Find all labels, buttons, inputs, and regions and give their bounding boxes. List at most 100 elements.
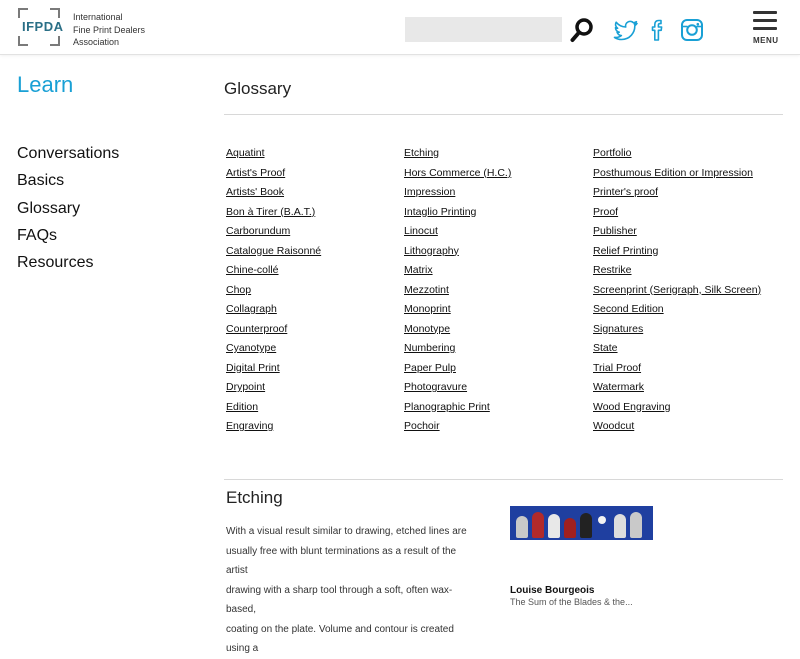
glossary-term-link[interactable]: Engraving	[226, 417, 321, 437]
artwork-figure	[630, 512, 642, 538]
glossary-term-link[interactable]: Edition	[226, 398, 321, 418]
glossary-term-link[interactable]: Monotype	[404, 320, 511, 340]
glossary-term-link[interactable]: Trial Proof	[593, 359, 761, 379]
logo-corner	[50, 36, 60, 46]
facebook-link[interactable]	[645, 16, 673, 44]
sidebar-item-resources[interactable]: Resources	[17, 249, 119, 276]
twitter-icon	[613, 20, 638, 41]
glossary-term-link[interactable]: Catalogue Raisonné	[226, 242, 321, 262]
glossary-term-link[interactable]: Posthumous Edition or Impression	[593, 164, 761, 184]
ifpda-logo[interactable]: IFPDA	[18, 8, 63, 46]
glossary-term-link[interactable]: Bon à Tirer (B.A.T.)	[226, 203, 321, 223]
artwork-figure	[548, 514, 560, 538]
glossary-term-link[interactable]: Restrike	[593, 261, 761, 281]
glossary-term-link[interactable]: Lithography	[404, 242, 511, 262]
glossary-term-link[interactable]: Drypoint	[226, 378, 321, 398]
entry-body-line: usually free with blunt terminations as …	[226, 545, 457, 577]
search-button[interactable]	[570, 17, 594, 43]
glossary-term-link[interactable]: Printer's proof	[593, 183, 761, 203]
glossary-term-link[interactable]: Second Edition	[593, 300, 761, 320]
org-name-line: Association	[73, 37, 120, 47]
artwork-title: The Sum of the Blades & the...	[510, 597, 633, 607]
glossary-column-3: Portfolio Posthumous Edition or Impressio…	[593, 144, 761, 437]
glossary-term-link[interactable]: Impression	[404, 183, 511, 203]
glossary-term-link[interactable]: Portfolio	[593, 144, 761, 164]
sidebar-nav: Conversations Basics Glossary FAQs Resou…	[17, 140, 119, 276]
glossary-term-link[interactable]: Counterproof	[226, 320, 321, 340]
glossary-term-link[interactable]: Carborundum	[226, 222, 321, 242]
glossary-term-link[interactable]: Chop	[226, 281, 321, 301]
glossary-term-link[interactable]: Screenprint (Serigraph, Silk Screen)	[593, 281, 761, 301]
twitter-link[interactable]	[612, 16, 640, 44]
glossary-term-link[interactable]: Intaglio Printing	[404, 203, 511, 223]
artwork-figure	[598, 516, 606, 524]
glossary-term-link[interactable]: Cyanotype	[226, 339, 321, 359]
glossary-term-link[interactable]: Watermark	[593, 378, 761, 398]
page-title: Glossary	[224, 79, 292, 98]
logo-corner	[50, 8, 60, 18]
logo-text: IFPDA	[22, 19, 64, 34]
glossary-term-link[interactable]: Publisher	[593, 222, 761, 242]
artwork-figure	[516, 516, 528, 538]
entry-body-line: With a visual result similar to drawing,…	[226, 526, 467, 537]
glossary-term-link[interactable]: Etching	[404, 144, 511, 164]
glossary-term-link[interactable]: Digital Print	[226, 359, 321, 379]
menu-button[interactable]: MENU	[751, 11, 781, 47]
glossary-term-link[interactable]: Pochoir	[404, 417, 511, 437]
glossary-term-link[interactable]: Numbering	[404, 339, 511, 359]
glossary-term-link[interactable]: Linocut	[404, 222, 511, 242]
glossary-term-link[interactable]: Artist's Proof	[226, 164, 321, 184]
glossary-column-1: Aquatint Artist's Proof Artists' Book Bon à…	[226, 144, 321, 437]
org-name-line: Fine Print Dealers	[73, 24, 146, 35]
logo-corner	[18, 8, 28, 18]
glossary-term-link[interactable]: Paper Pulp	[404, 359, 511, 379]
glossary-term-link[interactable]: Relief Printing	[593, 242, 761, 262]
glossary-term-link[interactable]: Chine-collé	[226, 261, 321, 281]
artwork-figure	[580, 513, 592, 538]
search-icon	[570, 18, 593, 42]
glossary-term-link[interactable]: Collagraph	[226, 300, 321, 320]
glossary-term-link[interactable]: Hors Commerce (H.C.)	[404, 164, 511, 184]
hamburger-menu-icon	[753, 11, 777, 14]
entry-title: Etching	[226, 488, 283, 507]
glossary-column-2: Etching Hors Commerce (H.C.) Impression Int…	[404, 144, 511, 437]
entry-body-line: coating on the plate. Volume and contour…	[226, 623, 454, 655]
artwork-figure	[564, 518, 576, 538]
glossary-term-link[interactable]: Wood Engraving	[593, 398, 761, 418]
menu-label: MENU	[753, 36, 779, 45]
sidebar-item-conversations[interactable]: Conversations	[17, 140, 119, 167]
divider	[224, 479, 783, 480]
entry-body-line: drawing with a sharp tool through a soft…	[226, 584, 453, 616]
glossary-term-link[interactable]: Woodcut	[593, 417, 761, 437]
organization-name[interactable]: International Fine Print Dealers Associa…	[73, 11, 163, 49]
sidebar-item-basics[interactable]: Basics	[17, 167, 119, 194]
divider	[224, 114, 783, 115]
artwork-figure	[614, 514, 626, 538]
sidebar-title-learn[interactable]: Learn	[17, 72, 73, 98]
hamburger-menu-icon	[753, 27, 777, 30]
artwork-artist: Louise Bourgeois	[510, 585, 595, 596]
glossary-term-link[interactable]: Planographic Print	[404, 398, 511, 418]
facebook-icon	[651, 19, 663, 41]
hamburger-menu-icon	[753, 19, 777, 22]
entry-body: With a visual result similar to drawing,…	[226, 522, 478, 659]
artwork-image[interactable]	[510, 506, 653, 540]
glossary-term-link[interactable]: Signatures	[593, 320, 761, 340]
glossary-term-link[interactable]: Aquatint	[226, 144, 321, 164]
glossary-term-link[interactable]: Proof	[593, 203, 761, 223]
instagram-link[interactable]	[678, 16, 706, 44]
sidebar-item-faqs[interactable]: FAQs	[17, 222, 119, 249]
artwork-figure	[532, 512, 544, 538]
glossary-term-link[interactable]: Mezzotint	[404, 281, 511, 301]
glossary-term-link[interactable]: State	[593, 339, 761, 359]
glossary-term-link[interactable]: Matrix	[404, 261, 511, 281]
site-header: IFPDA International Fine Print Dealers A…	[0, 0, 800, 55]
glossary-term-link[interactable]: Monoprint	[404, 300, 511, 320]
instagram-icon	[681, 19, 703, 41]
glossary-term-link[interactable]: Photogravure	[404, 378, 511, 398]
sidebar-item-glossary[interactable]: Glossary	[17, 195, 119, 222]
search-input[interactable]	[405, 17, 562, 42]
glossary-term-link[interactable]: Artists' Book	[226, 183, 321, 203]
org-name-line: International	[73, 12, 123, 22]
logo-corner	[18, 36, 28, 46]
